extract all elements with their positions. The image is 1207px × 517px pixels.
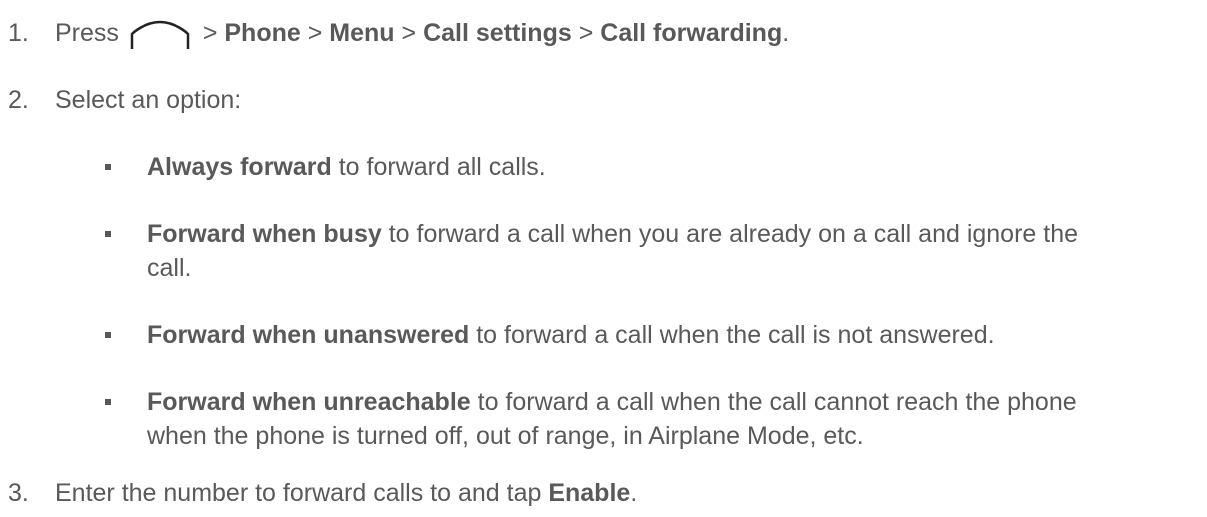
option-description: to forward all calls.: [331, 153, 546, 181]
option-description: to forward a call when the call is not a…: [469, 321, 995, 349]
option-description-continued: call.: [147, 254, 192, 282]
enable-label: Enable: [548, 479, 631, 507]
separator: >: [202, 19, 218, 47]
step-number: 3.: [8, 479, 29, 507]
step-text-prefix: Enter the number to forward calls to and…: [55, 479, 549, 507]
home-icon: [130, 20, 190, 57]
option-name: Forward when busy: [147, 220, 382, 248]
step-text: Enter the number to forward calls to and…: [55, 478, 637, 508]
step-text: Select an option:: [55, 86, 242, 114]
separator: >: [578, 19, 594, 47]
option-text: Forward when unanswered to forward a cal…: [147, 320, 995, 350]
phone-label: Phone: [224, 19, 301, 47]
period: .: [630, 479, 638, 507]
bullet-icon: [105, 399, 111, 405]
option-name: Forward when unreachable: [147, 388, 471, 416]
option-description: to forward a call when you are already o…: [381, 220, 1079, 248]
option-description: to forward a call when the call cannot r…: [470, 388, 1077, 416]
step-text: Press > Phone > Menu > Call settings > C…: [55, 18, 789, 57]
menu-label: Menu: [329, 19, 395, 47]
option-text: Forward when busy to forward a call when…: [147, 219, 1078, 249]
call-forwarding-label: Call forwarding: [600, 19, 783, 47]
bullet-icon: [105, 164, 111, 170]
call-settings-label: Call settings: [423, 19, 572, 47]
bullet-icon: [105, 332, 111, 338]
option-name: Always forward: [147, 153, 332, 181]
press-label: Press: [55, 19, 119, 47]
option-description-continued: when the phone is turned off, out of ran…: [147, 422, 864, 450]
step-number: 1.: [8, 19, 29, 47]
step-number: 2.: [8, 86, 29, 114]
option-text: Forward when unreachable to forward a ca…: [147, 387, 1077, 417]
separator: >: [401, 19, 417, 47]
option-text: Always forward to forward all calls.: [147, 152, 546, 182]
option-name: Forward when unanswered: [147, 321, 470, 349]
separator: >: [307, 19, 323, 47]
bullet-icon: [105, 231, 111, 237]
period: .: [782, 19, 790, 47]
